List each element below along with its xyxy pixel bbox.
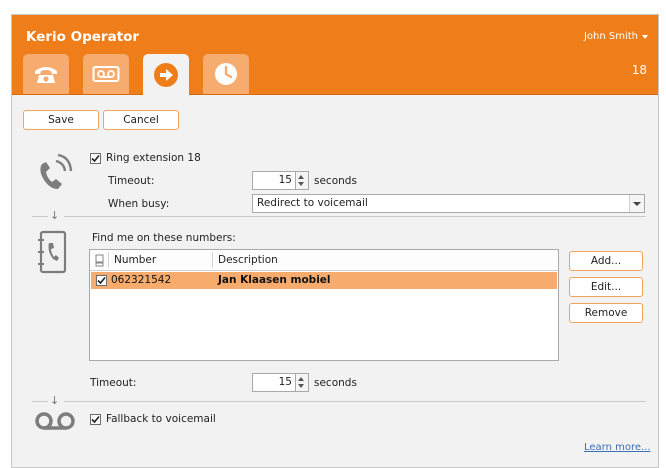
column-separator xyxy=(108,252,109,268)
edit-button[interactable]: Edit... xyxy=(569,277,643,297)
user-name[interactable]: John Smith xyxy=(584,31,638,42)
cancel-button[interactable]: Cancel xyxy=(103,110,179,130)
timeout-label: Timeout: xyxy=(108,175,155,187)
app-title: Kerio Operator xyxy=(26,29,140,45)
kerio-operator-window: Kerio Operator John Smith 18 Save Cancel… xyxy=(11,14,659,468)
fallback-voicemail-checkbox[interactable] xyxy=(90,414,101,425)
voicemail-icon xyxy=(35,412,75,430)
checkmark-icon xyxy=(91,154,100,163)
section-divider xyxy=(64,401,646,402)
address-book-icon xyxy=(38,230,67,274)
when-busy-label: When busy: xyxy=(108,198,170,210)
seconds-label: seconds xyxy=(314,175,357,187)
clock-icon xyxy=(215,63,237,85)
phone-icon xyxy=(35,67,57,83)
tab-schedule[interactable] xyxy=(203,54,249,94)
header-bar: Kerio Operator John Smith 18 xyxy=(12,15,658,95)
table-header: Number Description xyxy=(90,250,558,271)
chevron-up-icon[interactable] xyxy=(298,377,304,381)
chevron-down-icon[interactable] xyxy=(298,182,304,186)
checkbox-column-icon xyxy=(95,254,104,267)
ring-timeout-input[interactable]: 15 xyxy=(252,171,296,190)
row-checkbox[interactable] xyxy=(96,275,107,286)
chevron-down-icon[interactable] xyxy=(642,34,648,39)
checkmark-icon xyxy=(97,276,106,285)
section-divider xyxy=(32,216,48,217)
save-button[interactable]: Save xyxy=(23,110,99,130)
ring-timeout-stepper[interactable] xyxy=(296,171,309,190)
row-description: Jan Klaasen mobiel xyxy=(218,274,331,286)
findme-timeout-input[interactable]: 15 xyxy=(252,373,296,392)
column-separator xyxy=(212,252,213,268)
when-busy-value: Redirect to voicemail xyxy=(257,197,368,209)
find-me-table: Number Description 062321542 Jan Klaasen… xyxy=(89,249,559,361)
findme-timeout-label: Timeout: xyxy=(90,377,137,389)
remove-button[interactable]: Remove xyxy=(569,303,643,323)
chevron-up-icon[interactable] xyxy=(298,175,304,179)
table-row[interactable]: 062321542 Jan Klaasen mobiel xyxy=(91,272,557,289)
forward-arrow-icon xyxy=(154,62,178,87)
tab-forwarding[interactable] xyxy=(143,54,189,95)
section-divider xyxy=(32,401,48,402)
column-header-number[interactable]: Number xyxy=(114,250,156,270)
ring-extension-label: Ring extension 18 xyxy=(106,152,201,164)
phone-ringing-icon xyxy=(40,153,73,189)
tab-phone[interactable] xyxy=(23,54,69,94)
row-number: 062321542 xyxy=(111,274,172,286)
user-menu[interactable]: John Smith xyxy=(584,31,648,42)
findme-seconds-label: seconds xyxy=(314,377,357,389)
dropdown-arrow-icon[interactable] xyxy=(629,195,644,212)
add-button[interactable]: Add... xyxy=(569,251,643,271)
chevron-down-icon[interactable] xyxy=(298,384,304,388)
down-arrow-icon: ↓ xyxy=(50,394,60,407)
findme-timeout-stepper[interactable] xyxy=(296,373,309,392)
find-me-title: Find me on these numbers: xyxy=(92,232,236,244)
ring-extension-checkbox[interactable] xyxy=(90,153,101,164)
fallback-voicemail-label: Fallback to voicemail xyxy=(106,413,216,425)
learn-more-link[interactable]: Learn more... xyxy=(584,442,651,453)
section-divider xyxy=(64,216,646,217)
down-arrow-icon: ↓ xyxy=(50,209,60,222)
voicemail-icon xyxy=(92,66,120,82)
extension-number: 18 xyxy=(631,63,647,77)
column-header-description[interactable]: Description xyxy=(218,250,278,270)
tab-voicemail[interactable] xyxy=(83,54,129,94)
when-busy-select[interactable]: Redirect to voicemail xyxy=(252,194,645,213)
checkmark-icon xyxy=(91,415,100,424)
